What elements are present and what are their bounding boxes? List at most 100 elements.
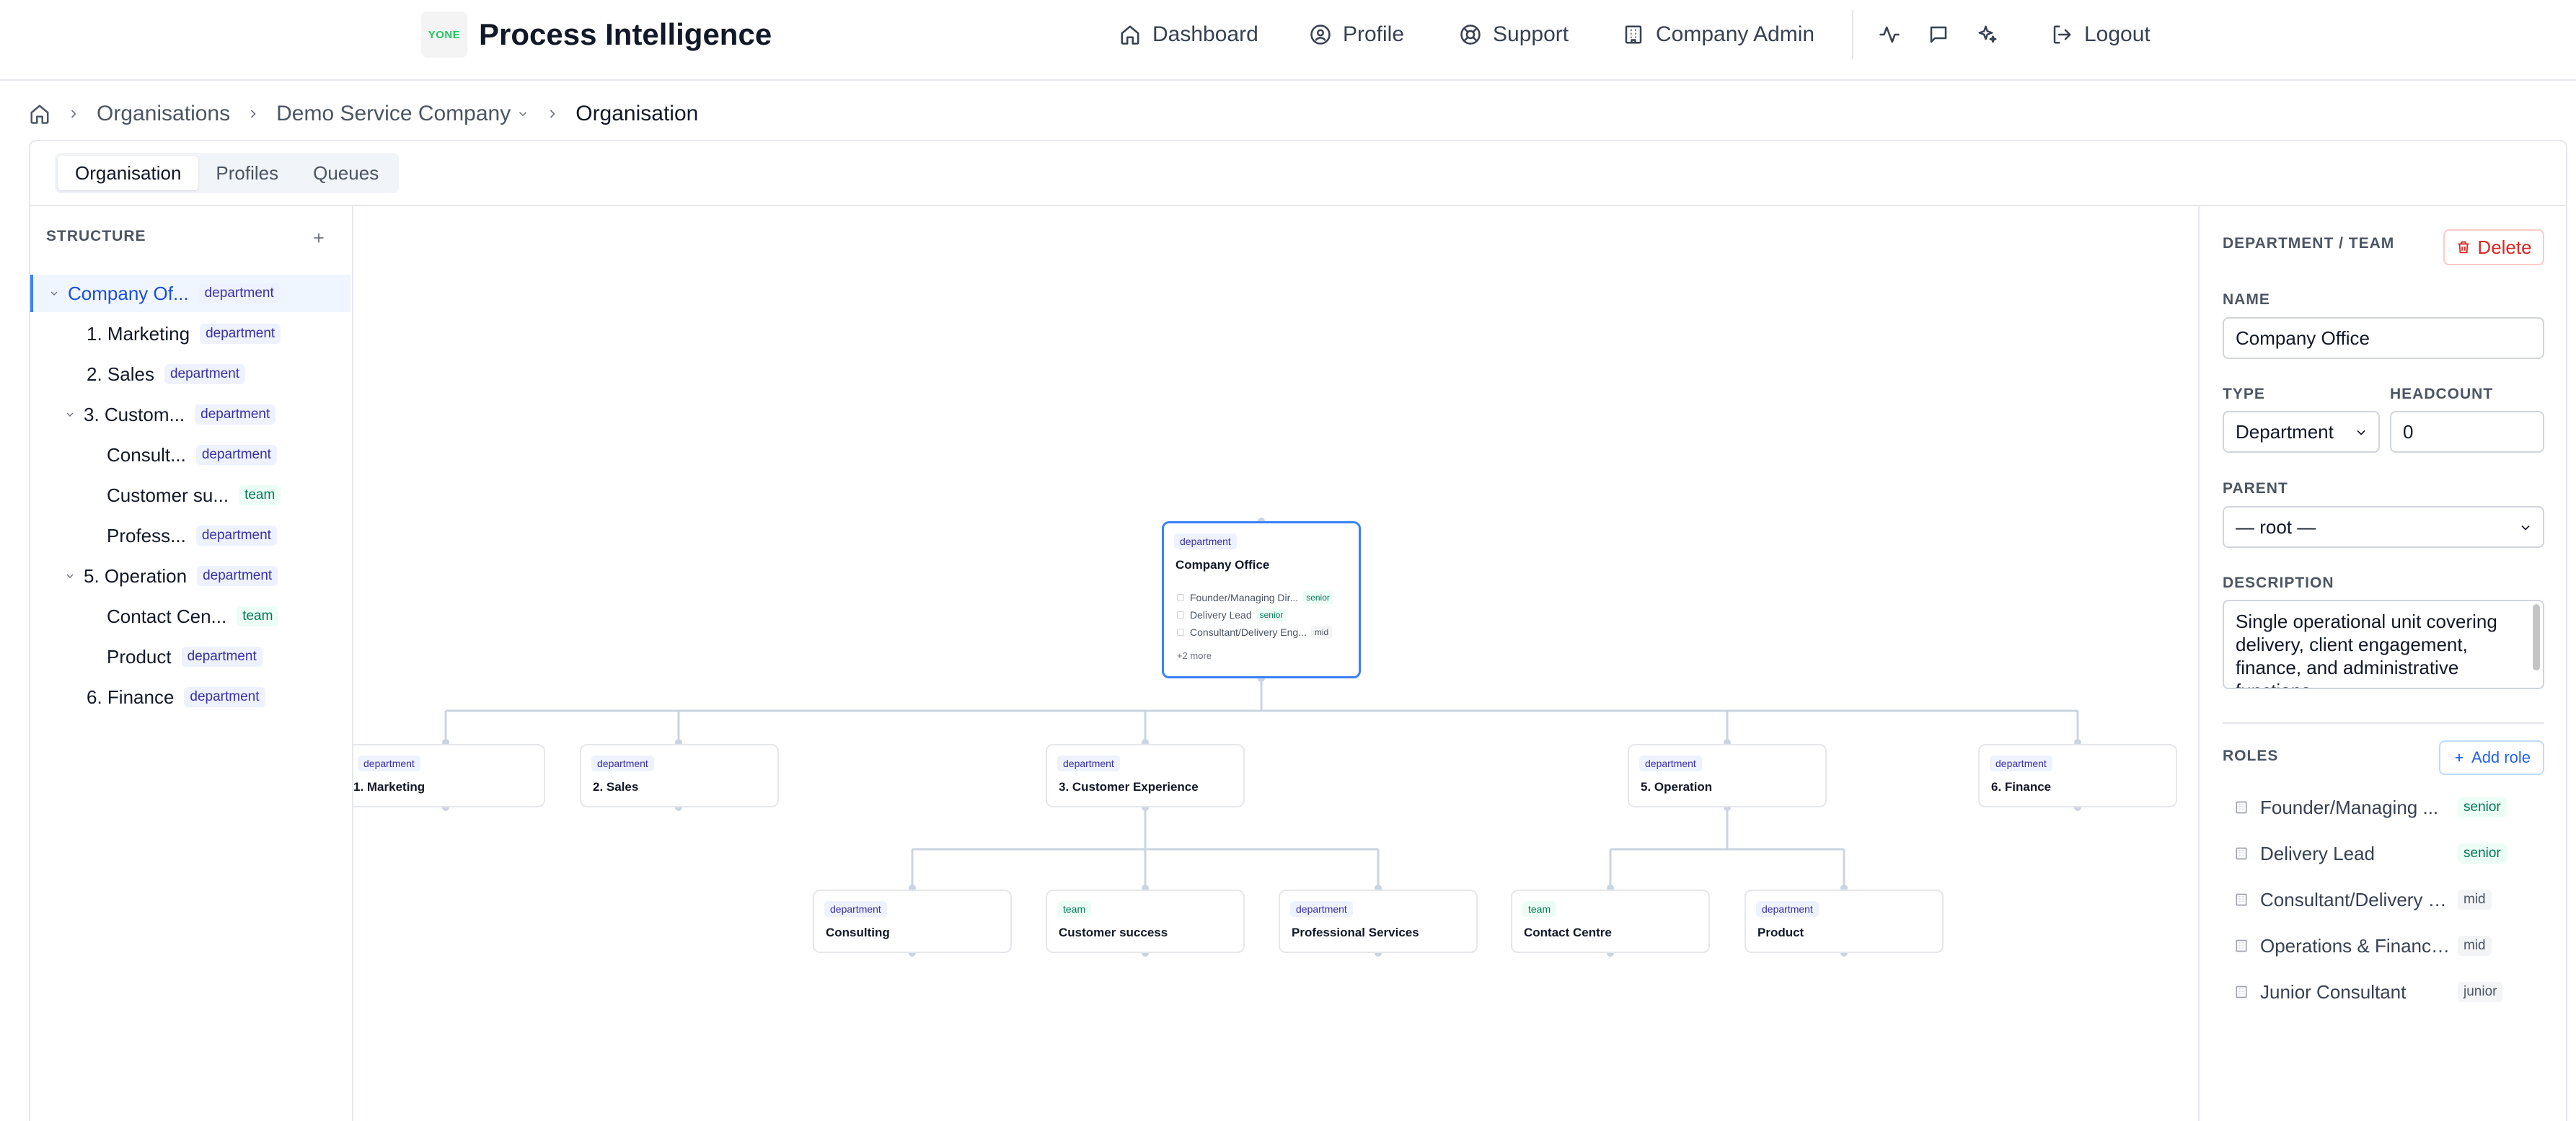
add-role-button[interactable]: Add role — [2439, 740, 2544, 775]
nav-divider — [1852, 10, 1853, 59]
tree-item-sales[interactable]: 2. Sales department — [30, 355, 350, 393]
description-label: DESCRIPTION — [2223, 575, 2334, 591]
tree-item-finance[interactable]: 6. Finance department — [30, 678, 350, 716]
user-circle-icon — [1310, 24, 1331, 45]
tree-item-label: Profess... — [107, 524, 186, 546]
type-badge: department — [184, 687, 265, 707]
chevron-down-icon[interactable] — [62, 409, 78, 420]
role-name: Consultant/Delivery E... — [2260, 888, 2451, 910]
activity-button[interactable] — [1876, 22, 1902, 48]
org-node-contact-centre[interactable]: team Contact Centre — [1511, 890, 1710, 953]
tab-organisation[interactable]: Organisation — [58, 156, 199, 190]
sparkle-icon — [1977, 24, 1998, 45]
type-label: TYPE — [2223, 386, 2265, 402]
role-name: Delivery Lead — [2260, 842, 2375, 864]
tree-item-operation[interactable]: 5. Operation department — [30, 557, 350, 595]
plus-icon — [311, 230, 327, 246]
app-logo[interactable]: YONE — [421, 12, 467, 58]
description-textarea[interactable]: Single operational unit covering deliver… — [2223, 600, 2544, 689]
tree-item-label: Consult... — [107, 443, 186, 466]
org-node-operation[interactable]: department 5. Operation — [1628, 744, 1827, 807]
message-icon — [1928, 24, 1949, 45]
delete-button[interactable]: Delete — [2443, 229, 2544, 265]
home-icon[interactable] — [29, 103, 50, 125]
type-select-value: Department — [2236, 420, 2334, 443]
type-badge: department — [198, 283, 280, 303]
type-badge: team — [239, 485, 281, 505]
org-node-product[interactable]: department Product — [1744, 890, 1944, 953]
org-node-finance[interactable]: department 6. Finance — [1978, 744, 2177, 807]
tree-item-professional-services[interactable]: Profess... department — [30, 517, 350, 554]
roles-heading: ROLES — [2223, 748, 2279, 764]
chevron-down-icon[interactable] — [46, 288, 62, 299]
ai-sparkle-button[interactable] — [1975, 22, 2001, 48]
description-scrollbar[interactable] — [2533, 604, 2540, 670]
messages-button[interactable] — [1926, 22, 1951, 48]
tree-item-label: Customer su... — [107, 484, 229, 506]
org-node-consulting[interactable]: department Consulting — [813, 890, 1012, 953]
role-item[interactable]: Founder/Managing ... senior — [2234, 790, 2544, 825]
role-name: Junior Consultant — [2260, 980, 2407, 1003]
add-unit-button[interactable] — [309, 228, 329, 248]
type-badge: department — [1057, 756, 1120, 771]
node-title: Product — [1757, 926, 1804, 939]
nav-support[interactable]: Support — [1460, 19, 1569, 50]
chevron-down-icon[interactable] — [62, 570, 78, 582]
node-role: Founder/Managing Dir... senior — [1177, 591, 1333, 604]
type-badge: department — [181, 647, 263, 667]
tab-queues[interactable]: Queues — [296, 156, 396, 190]
tree-item-consulting[interactable]: Consult... department — [30, 436, 350, 474]
node-title: 1. Marketing — [353, 780, 425, 794]
lifebuoy-icon — [1460, 24, 1481, 45]
breadcrumb-company[interactable]: Demo Service Company — [276, 102, 529, 126]
role-item[interactable]: Operations & Finance... mid — [2234, 929, 2544, 963]
type-badge: department — [1756, 901, 1819, 917]
headcount-input[interactable]: 0 — [2390, 411, 2544, 453]
org-chart-canvas[interactable]: department Company Office Founder/Managi… — [353, 206, 2198, 1121]
nav-company-admin[interactable]: Company Admin — [1623, 19, 1814, 50]
tab-profiles[interactable]: Profiles — [198, 156, 296, 190]
tree-item-product[interactable]: Product department — [30, 638, 350, 675]
node-title: 6. Finance — [1991, 780, 2052, 794]
org-node-sales[interactable]: department 2. Sales — [580, 744, 779, 807]
building-icon — [2234, 846, 2249, 861]
name-input[interactable]: Company Office — [2223, 317, 2544, 359]
breadcrumb-organisations[interactable]: Organisations — [97, 102, 230, 126]
node-role-name: Founder/Managing Dir... — [1190, 592, 1299, 603]
tree-item-label: 1. Marketing — [87, 322, 190, 345]
role-item[interactable]: Delivery Lead senior — [2234, 836, 2544, 871]
nav-profile[interactable]: Profile — [1310, 19, 1404, 50]
org-node-company-office[interactable]: department Company Office Founder/Managi… — [1162, 521, 1361, 678]
building-icon — [2234, 892, 2249, 907]
org-node-customer-success[interactable]: team Customer success — [1046, 890, 1245, 953]
parent-label: PARENT — [2223, 480, 2288, 497]
plus-icon — [2453, 751, 2466, 764]
type-badge: department — [195, 526, 277, 546]
role-item[interactable]: Consultant/Delivery E... mid — [2234, 882, 2544, 917]
node-more-roles: +2 more — [1177, 650, 1212, 661]
parent-select[interactable]: — root — — [2223, 506, 2544, 548]
tree-item-customer-experience[interactable]: 3. Custom... department — [30, 396, 350, 433]
org-node-marketing[interactable]: department 1. Marketing — [353, 744, 545, 807]
role-item[interactable]: Junior Consultant junior — [2234, 975, 2544, 1009]
role-level-badge: mid — [2458, 936, 2492, 956]
breadcrumb-current: Organisation — [575, 102, 699, 125]
tree-item-marketing[interactable]: 1. Marketing department — [30, 315, 350, 353]
role-icon — [1177, 629, 1184, 636]
tree-item-contact-centre[interactable]: Contact Cen... team — [30, 598, 350, 635]
nav-logout[interactable]: Logout — [2051, 19, 2151, 50]
org-node-professional-services[interactable]: department Professional Services — [1279, 890, 1478, 953]
role-name: Founder/Managing ... — [2260, 796, 2439, 818]
type-badge: team — [1057, 901, 1092, 917]
node-title: 2. Sales — [593, 780, 639, 794]
chevron-down-icon — [2518, 520, 2533, 535]
tree-item-customer-success[interactable]: Customer su... team — [30, 477, 350, 514]
role-level-badge: junior — [2458, 982, 2503, 1002]
tree-item-company-office[interactable]: Company Of... department — [30, 275, 350, 312]
top-navigation-bar: YONE Process Intelligence Dashboard Prof… — [0, 0, 2576, 81]
type-badge: department — [1639, 756, 1702, 771]
nav-dashboard[interactable]: Dashboard — [1119, 19, 1258, 50]
org-node-customer-experience[interactable]: department 3. Customer Experience — [1046, 744, 1245, 807]
node-title: Consulting — [826, 926, 890, 939]
type-select[interactable]: Department — [2223, 411, 2380, 453]
